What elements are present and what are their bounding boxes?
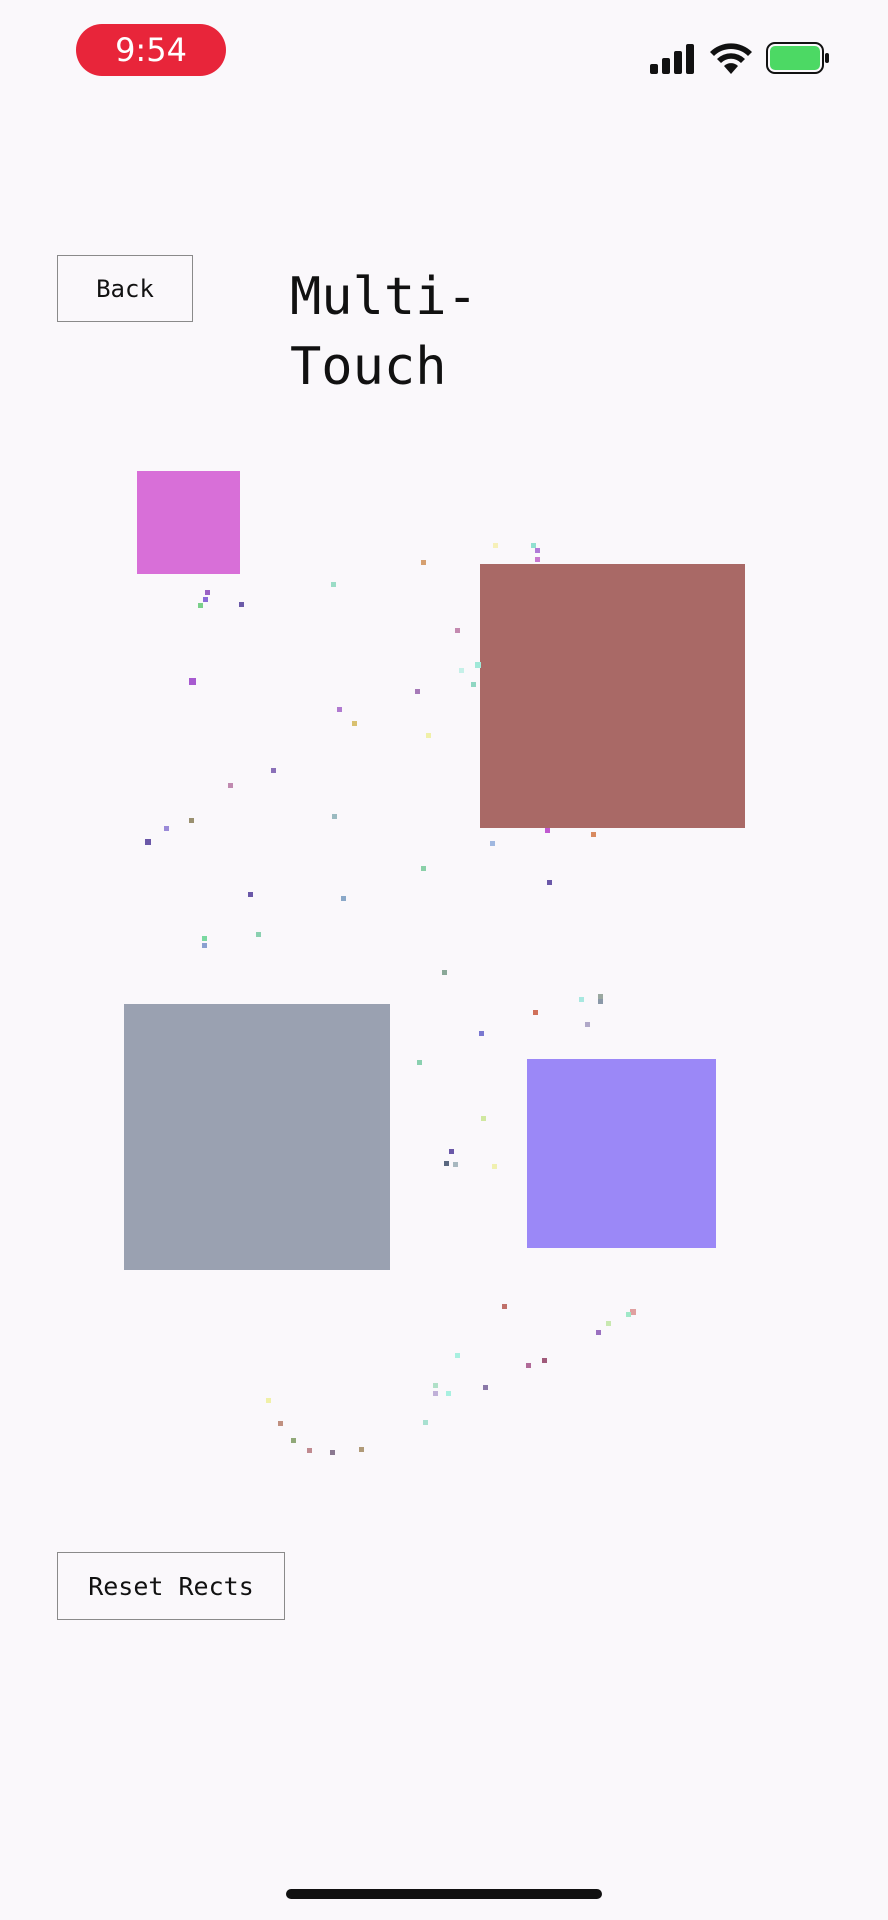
touch-trail-dots [145,543,636,1455]
home-indicator[interactable] [286,1889,602,1899]
reset-rects-button[interactable]: Reset Rects [57,1552,285,1620]
trail-dots-group [145,543,636,1455]
